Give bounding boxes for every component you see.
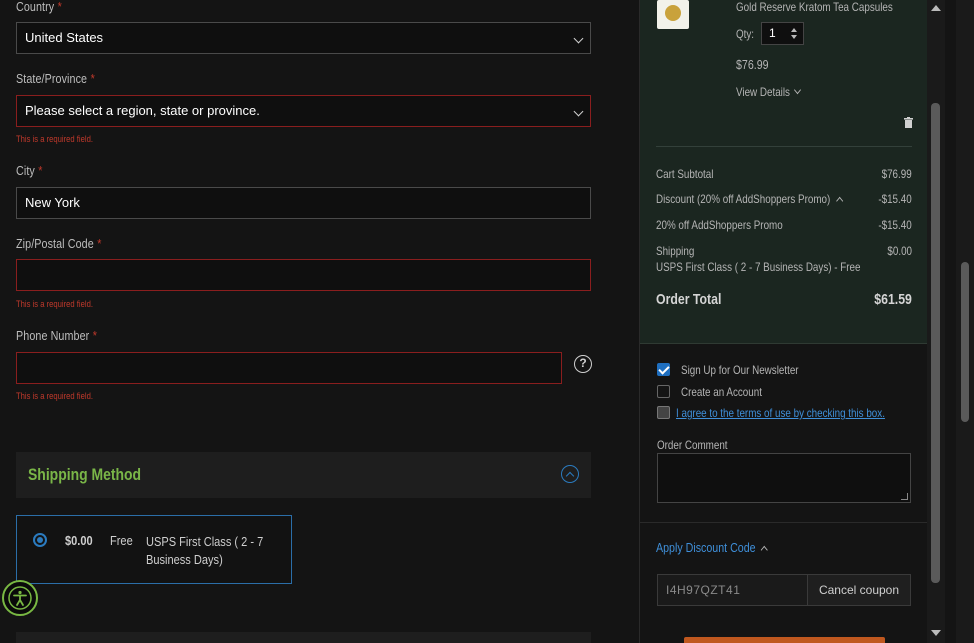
shipping-radio[interactable] (33, 533, 47, 547)
state-error: This is a required field. (16, 134, 93, 144)
shipping-address-form: Country * United States State/Province * P… (0, 0, 640, 643)
accessibility-icon[interactable] (2, 580, 38, 616)
city-label: City * (16, 164, 43, 178)
qty-label: Qty: (736, 27, 755, 41)
shipping-option-name: USPS First Class ( 2 - 7 Business Days) (146, 534, 264, 567)
chevron-up-icon (761, 545, 769, 555)
chevron-down-icon (573, 106, 584, 117)
newsletter-checkbox[interactable] (657, 363, 670, 376)
order-summary-column: Gold Reserve Kratom Tea Capsules Qty: 1 … (639, 0, 928, 643)
phone-error: This is a required field. (16, 391, 93, 401)
order-comment-label: Order Comment (657, 438, 728, 452)
terms-checkbox[interactable] (657, 406, 670, 419)
product-thumbnail (657, 0, 689, 29)
gutter (945, 0, 956, 643)
country-label: Country * (16, 0, 62, 14)
product-name: Gold Reserve Kratom Tea Capsules (736, 0, 893, 14)
chevron-down-icon (793, 85, 801, 95)
state-select[interactable]: Please select a region, state or provinc… (16, 95, 591, 127)
zip-error: This is a required field. (16, 299, 93, 309)
chevron-up-icon (835, 196, 843, 206)
shipping-option-price: $0.00 (65, 533, 93, 548)
qty-input[interactable]: 1 (761, 22, 804, 45)
terms-link[interactable]: I agree to the terms of use by checking … (676, 406, 885, 420)
state-label: State/Province * (16, 72, 95, 86)
phone-label: Phone Number * (16, 329, 98, 343)
place-order-button[interactable] (684, 637, 885, 643)
help-icon[interactable]: ? (574, 355, 592, 373)
cancel-coupon-button[interactable]: Cancel coupon (807, 574, 911, 606)
summary-scrollbar[interactable] (927, 0, 945, 643)
view-details-toggle[interactable]: View Details (736, 85, 801, 99)
city-input[interactable]: New York (16, 187, 591, 219)
next-section-header (16, 632, 591, 643)
page-scrollbar-thumb[interactable] (961, 262, 969, 422)
shipping-option-usps[interactable]: $0.00 Free USPS First Class ( 2 - 7 Busi… (16, 515, 292, 584)
create-account-label: Create an Account (681, 385, 762, 399)
order-summary: Gold Reserve Kratom Tea Capsules Qty: 1 … (640, 0, 928, 344)
qty-stepper[interactable] (790, 26, 798, 40)
scroll-up-arrow[interactable] (931, 5, 941, 11)
newsletter-label: Sign Up for Our Newsletter (681, 363, 799, 377)
chevron-down-icon (573, 33, 584, 44)
trash-icon[interactable] (904, 115, 913, 133)
collapse-icon[interactable] (561, 465, 579, 483)
apply-discount-toggle[interactable]: Apply Discount Code (656, 540, 769, 555)
divider (640, 522, 928, 523)
order-comment-textarea[interactable] (657, 453, 911, 503)
scrollbar-thumb[interactable] (931, 103, 940, 583)
country-select[interactable]: United States (16, 22, 591, 54)
page-scrollbar[interactable] (956, 0, 974, 643)
divider (656, 146, 912, 147)
zip-input[interactable] (16, 259, 591, 291)
create-account-checkbox[interactable] (657, 385, 670, 398)
shipping-option-free: Free (110, 533, 133, 548)
shipping-method-header[interactable]: Shipping Method (16, 452, 591, 498)
shipping-method-title: Shipping Method (28, 465, 142, 484)
zip-label: Zip/Postal Code * (16, 237, 102, 251)
phone-input[interactable] (16, 352, 562, 384)
product-price: $76.99 (736, 57, 769, 72)
discount-code-input[interactable]: I4H97QZT41 (657, 574, 808, 606)
scroll-down-arrow[interactable] (931, 630, 941, 636)
